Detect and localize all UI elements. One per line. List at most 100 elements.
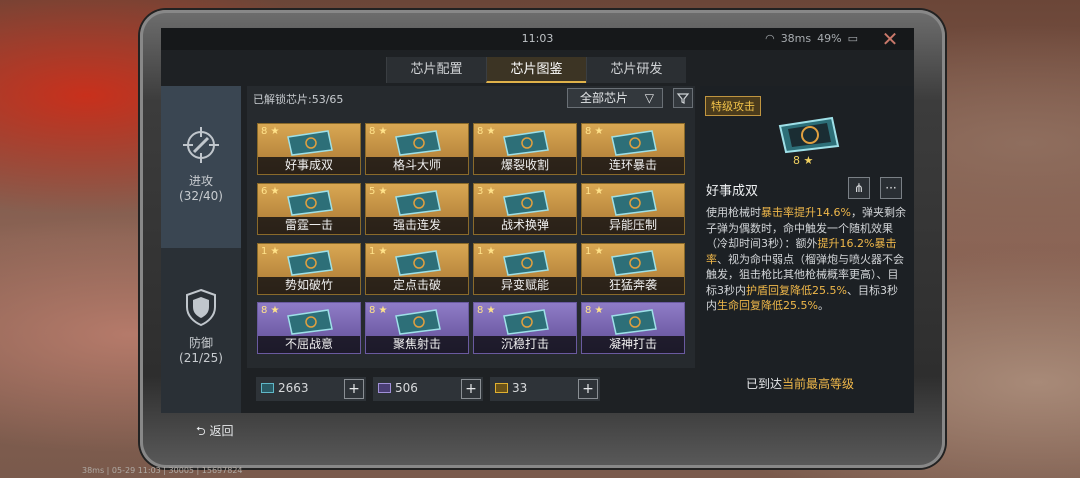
chip-card-name: 沉稳打击 — [474, 336, 576, 353]
chip-card-name: 战术换弹 — [474, 217, 576, 234]
chip-card-name: 强击连发 — [366, 217, 468, 234]
chip-card-name: 爆裂收割 — [474, 157, 576, 174]
chip-level: 8 ★ — [793, 154, 814, 167]
max-level-text: 已到达当前最高等级 — [746, 377, 855, 391]
filter-funnel-icon[interactable] — [673, 88, 693, 108]
chip-level-badge: 1 ★ — [261, 246, 280, 257]
chip-card[interactable]: 8 ★ 不屈战意 — [257, 302, 361, 354]
chip-card[interactable]: 8 ★ 凝神打击 — [581, 302, 685, 354]
chip-card[interactable]: 8 ★ 爆裂收割 — [473, 123, 577, 175]
chip-icon — [503, 190, 549, 216]
chip-icon — [287, 309, 333, 335]
chip-card[interactable]: 1 ★ 异变赋能 — [473, 243, 577, 295]
chip-level-badge: 8 ★ — [585, 126, 604, 137]
currency-value: 33 — [512, 381, 528, 395]
chip-card-name: 连环暴击 — [582, 157, 684, 174]
chip-card[interactable]: 8 ★ 聚焦射击 — [365, 302, 469, 354]
chevron-down-icon: ▽ — [644, 91, 654, 105]
battery-text: 49% — [817, 32, 842, 45]
chip-currency-icon — [378, 383, 391, 393]
chip-icon — [287, 250, 333, 276]
chip-icon — [611, 250, 657, 276]
chip-card[interactable]: 8 ★ 连环暴击 — [581, 123, 685, 175]
category-attack[interactable]: 进攻 (32/40) — [161, 86, 241, 248]
add-currency-button[interactable]: + — [344, 379, 364, 399]
system-status: ◠ 38ms 49% ▭ — [765, 32, 858, 45]
chip-description: 使用枪械时暴击率提升14.6%，弹夹剩余子弹为偶数时，命中触发一个随机效果（冷却… — [706, 206, 906, 312]
chip-level-badge: 3 ★ — [477, 186, 496, 197]
unlocked-count: 已解锁芯片:53/65 — [253, 93, 344, 106]
chip-card[interactable]: 8 ★ 格斗大师 — [365, 123, 469, 175]
tab-chip-config[interactable]: 芯片配置 — [386, 57, 486, 83]
chip-card[interactable]: 1 ★ 定点击破 — [365, 243, 469, 295]
currency-value: 506 — [395, 381, 418, 395]
defense-count: (21/25) — [179, 351, 223, 365]
filter-label: 全部芯片 — [580, 91, 629, 105]
chip-card[interactable]: 1 ★ 狂猛奔袭 — [581, 243, 685, 295]
chip-icon — [503, 309, 549, 335]
tab-chip-research[interactable]: 芯片研发 — [586, 57, 686, 83]
chip-level-badge: 6 ★ — [261, 186, 280, 197]
currency-slot: 506 + — [373, 377, 483, 401]
back-arrow-icon: ⮌ — [196, 424, 206, 438]
chip-card-name: 势如破竹 — [258, 277, 360, 294]
attack-label: 进攻 — [188, 174, 213, 188]
chip-card-name: 不屈战意 — [258, 336, 360, 353]
chip-level-badge: 8 ★ — [261, 126, 280, 137]
chip-card-name: 定点击破 — [366, 277, 468, 294]
currency-slot: 33 + — [490, 377, 600, 401]
chip-level-badge: 8 ★ — [369, 126, 388, 137]
close-icon[interactable]: ✕ — [879, 28, 901, 50]
chip-card-name: 聚焦射击 — [366, 336, 468, 353]
chip-card[interactable]: 5 ★ 强击连发 — [365, 183, 469, 235]
chip-level-badge: 1 ★ — [369, 246, 388, 257]
chip-icon — [395, 130, 441, 156]
chip-card[interactable]: 1 ★ 势如破竹 — [257, 243, 361, 295]
category-defense[interactable]: 防御 (21/25) — [161, 248, 241, 413]
chip-icon — [503, 250, 549, 276]
chip-level-badge: 8 ★ — [369, 305, 388, 316]
chip-level-badge: 1 ★ — [585, 186, 604, 197]
chip-icon — [611, 130, 657, 156]
add-currency-button[interactable]: + — [461, 379, 481, 399]
chip-level-badge: 1 ★ — [477, 246, 496, 257]
attack-count: (32/40) — [179, 189, 223, 203]
share-icon[interactable]: ⋔ — [848, 177, 870, 199]
chip-card-name: 异变赋能 — [474, 277, 576, 294]
shield-icon — [186, 288, 216, 327]
tab-chip-codex[interactable]: 芯片图鉴 — [486, 57, 586, 83]
back-button[interactable]: ⮌ 返回 — [196, 422, 233, 443]
chip-card-name: 凝神打击 — [582, 336, 684, 353]
ping-text: 38ms — [780, 32, 812, 45]
chip-icon — [611, 190, 657, 216]
chip-level-badge: 1 ★ — [585, 246, 604, 257]
chip-card[interactable]: 8 ★ 好事成双 — [257, 123, 361, 175]
tab-bar: 芯片配置 芯片图鉴 芯片研发 — [386, 57, 686, 83]
chip-card[interactable]: 6 ★ 雷霆一击 — [257, 183, 361, 235]
chip-icon — [287, 130, 333, 156]
debug-footer: 38ms | 05-29 11:03 | 30005 | 15697824 — [82, 466, 243, 475]
chip-card-name: 雷霆一击 — [258, 217, 360, 234]
chip-icon — [611, 309, 657, 335]
chip-icon — [395, 309, 441, 335]
chip-level-badge: 5 ★ — [369, 186, 388, 197]
status-bar: 11:03 ◠ 38ms 49% ▭ — [161, 28, 914, 50]
chip-card-name: 狂猛奔袭 — [582, 277, 684, 294]
chip-card[interactable]: 1 ★ 异能压制 — [581, 183, 685, 235]
crosshair-icon — [183, 127, 219, 163]
more-icon[interactable]: ··· — [880, 177, 902, 199]
chip-level-badge: 8 ★ — [477, 305, 496, 316]
chip-icon — [395, 250, 441, 276]
wifi-icon: ◠ — [765, 32, 775, 45]
category-sidebar: 进攻 (32/40) 防御 (21/25) — [161, 86, 241, 413]
chip-card-name: 好事成双 — [258, 157, 360, 174]
chip-card[interactable]: 3 ★ 战术换弹 — [473, 183, 577, 235]
chip-filter-dropdown[interactable]: 全部芯片 ▽ — [567, 88, 663, 108]
chip-card-name: 异能压制 — [582, 217, 684, 234]
chip-currency-icon — [261, 383, 274, 393]
add-currency-button[interactable]: + — [578, 379, 598, 399]
chip-card[interactable]: 8 ★ 沉稳打击 — [473, 302, 577, 354]
chip-icon — [287, 190, 333, 216]
chip-level-badge: 8 ★ — [261, 305, 280, 316]
currency-value: 2663 — [278, 381, 309, 395]
